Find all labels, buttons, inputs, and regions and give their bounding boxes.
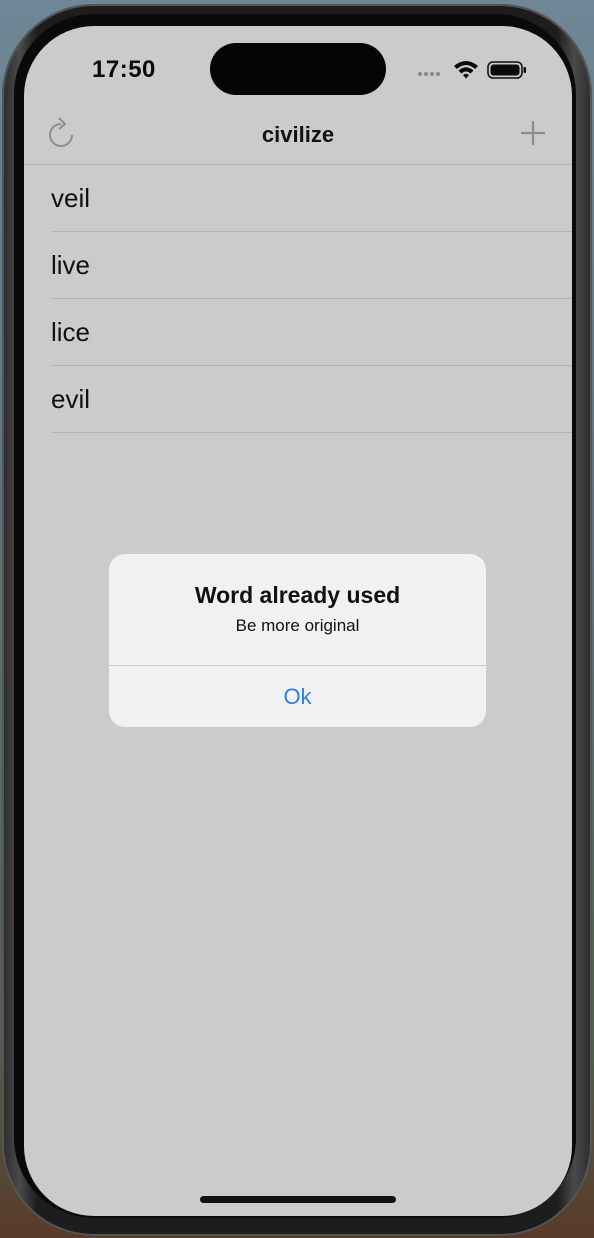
alert-title: Word already used	[194, 582, 401, 608]
phone-screen: 17:50 civilize veil live lice evil Word …	[24, 26, 572, 1216]
alert-message: Be more original	[235, 616, 360, 635]
ok-button[interactable]: Ok	[109, 666, 486, 727]
alert-dialog: Word already used Be more original Ok	[109, 554, 486, 727]
home-indicator[interactable]	[200, 1196, 396, 1203]
